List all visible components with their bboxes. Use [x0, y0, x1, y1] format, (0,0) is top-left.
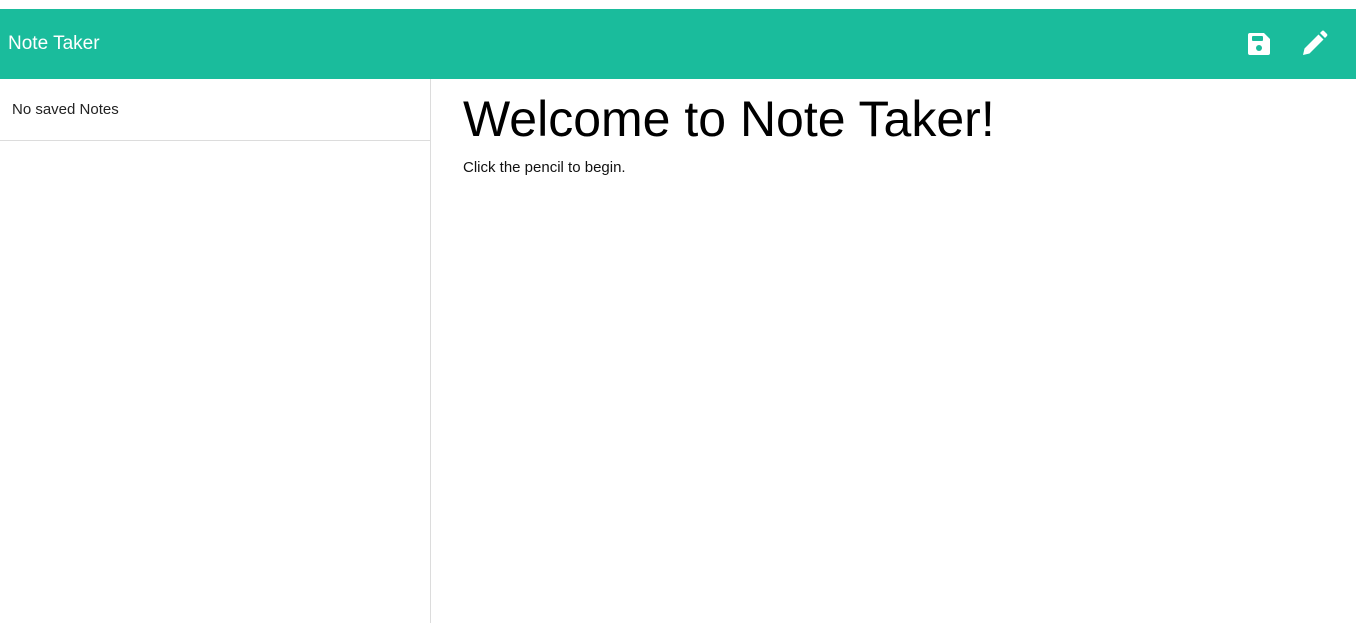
pencil-icon[interactable] [1300, 30, 1328, 58]
notes-sidebar: No saved Notes [0, 79, 431, 623]
list-item: No saved Notes [0, 79, 430, 141]
app-brand[interactable]: Note Taker [8, 9, 100, 79]
top-strip [0, 0, 1356, 9]
empty-notes-text: No saved Notes [12, 101, 119, 118]
navbar: Note Taker [0, 9, 1356, 79]
main-content: Welcome to Note Taker! Click the pencil … [431, 79, 1356, 623]
page-subtitle: Click the pencil to begin. [463, 159, 626, 176]
save-icon[interactable] [1245, 30, 1273, 58]
page-title: Welcome to Note Taker! [463, 91, 995, 147]
